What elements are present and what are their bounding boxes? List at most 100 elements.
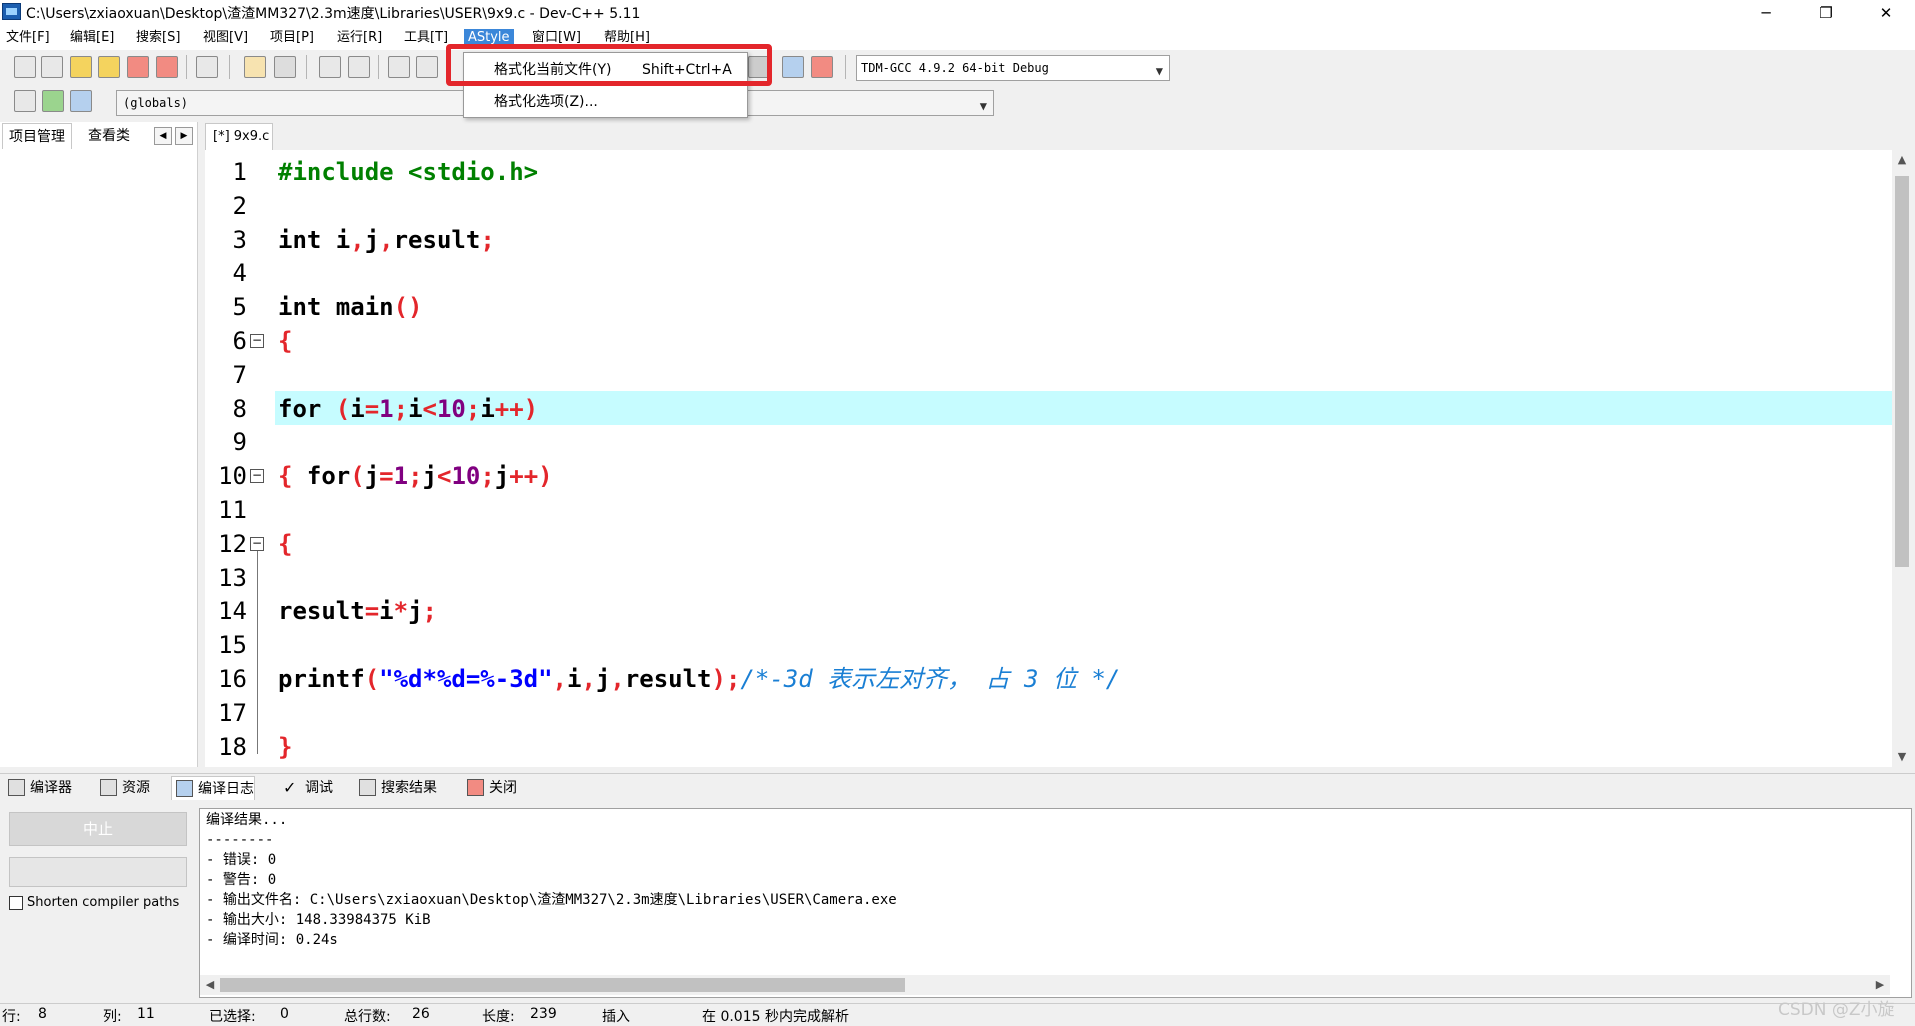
code-token: *	[393, 597, 409, 626]
stop-button[interactable]: 中止	[9, 812, 187, 846]
collapse-fold-icon[interactable]: −	[250, 469, 264, 484]
log-horizontal-scrollbar[interactable]: ◀ ▶	[200, 975, 1890, 995]
code-token: ++)	[509, 462, 553, 491]
code-token: j	[422, 462, 437, 491]
minimize-button[interactable]: ─	[1737, 0, 1795, 26]
collapse-fold-icon[interactable]: −	[250, 536, 264, 551]
menu-project[interactable]: 项目[P]	[266, 29, 318, 47]
toolbar-divider	[306, 55, 307, 79]
code-token: int main	[278, 293, 394, 322]
code-token: i	[567, 665, 582, 693]
compiler-select[interactable]: TDM-GCC 4.9.2 64-bit Debug ▼	[856, 55, 1170, 81]
code-token: i	[480, 394, 495, 423]
line-number: 12	[218, 529, 247, 558]
chart-icon	[176, 780, 193, 797]
tab-resources[interactable]: 资源	[96, 776, 150, 800]
shorten-paths-checkbox[interactable]: Shorten compiler paths	[9, 895, 179, 910]
restore-button[interactable]: ❐	[1797, 0, 1855, 26]
code-token: {	[278, 327, 293, 355]
code-token: );	[711, 665, 741, 693]
scroll-up-icon[interactable]: ▲	[1892, 150, 1912, 170]
menu-search[interactable]: 搜索[S]	[132, 29, 184, 47]
annotation-highlight-box	[446, 44, 772, 86]
code-token: for	[306, 462, 351, 491]
chevron-down-icon: ▼	[1155, 64, 1163, 78]
insert-icon[interactable]	[14, 90, 36, 112]
code-line: }	[278, 730, 292, 764]
code-token: result	[393, 225, 481, 254]
status-col-label: 列:	[103, 1009, 122, 1025]
code-token: result	[278, 597, 365, 626]
menu-view[interactable]: 视图[V]	[199, 29, 252, 47]
line-number: 11	[218, 496, 247, 524]
collapse-fold-icon[interactable]: −	[250, 334, 264, 348]
line-number: 5	[232, 293, 247, 322]
code-token: =	[364, 394, 380, 423]
scroll-right-icon[interactable]: ▶	[1870, 975, 1890, 995]
scrollbar-thumb[interactable]	[220, 978, 905, 992]
undo-icon[interactable]	[244, 56, 266, 78]
toolbar-divider	[378, 55, 379, 79]
chevron-right-icon[interactable]: ▶	[175, 127, 193, 145]
chevron-left-icon[interactable]: ◀	[154, 127, 172, 145]
menu-edit[interactable]: 编辑[E]	[66, 29, 118, 47]
profile-delete-icon[interactable]	[811, 56, 833, 78]
code-token: ,	[610, 665, 625, 693]
tab-compile-log[interactable]: 编译日志	[171, 776, 255, 800]
find-icon[interactable]	[319, 56, 341, 78]
code-line: for (i=1;i<10;i++)	[278, 392, 538, 426]
tab-project-manager[interactable]: 项目管理	[2, 123, 72, 149]
code-line: int main()	[278, 290, 423, 324]
unindent-icon[interactable]	[416, 56, 438, 78]
code-token: (	[350, 462, 365, 491]
close-file-icon[interactable]	[127, 56, 149, 78]
compile-progress-bar	[9, 857, 187, 887]
checkbox-box[interactable]	[9, 895, 23, 910]
code-token: 10	[436, 394, 466, 423]
menu-run[interactable]: 运行[R]	[333, 29, 386, 47]
editor-vertical-scrollbar[interactable]: ▲ ▼	[1892, 150, 1912, 767]
print-icon[interactable]	[196, 56, 218, 78]
tab-class-browser[interactable]: 查看类	[82, 123, 136, 149]
status-parse-time: 在 0.015 秒内完成解析	[702, 1009, 849, 1025]
compile-log[interactable]: 编译结果... -------- - 错误: 0 - 警告: 0 - 输出文件名…	[199, 808, 1912, 998]
open-file-icon[interactable]	[41, 56, 63, 78]
tab-debug[interactable]: ✓ 调试	[279, 776, 333, 800]
replace-icon[interactable]	[348, 56, 370, 78]
redo-icon[interactable]	[274, 56, 296, 78]
code-token: ;	[408, 462, 423, 491]
code-token: ;	[480, 225, 495, 254]
bookmark-icon[interactable]	[70, 90, 92, 112]
status-total-label: 总行数:	[344, 1009, 391, 1025]
menu-tools[interactable]: 工具[T]	[400, 29, 452, 47]
goto-icon[interactable]	[42, 90, 64, 112]
code-token: ;	[393, 394, 409, 423]
line-number: 16	[218, 665, 247, 693]
watermark: CSDN @Z小旋	[1778, 1000, 1895, 1020]
log-line: --------	[206, 832, 274, 848]
line-number: 3	[232, 225, 247, 254]
save-icon[interactable]	[70, 56, 92, 78]
menu-file[interactable]: 文件[F]	[2, 29, 54, 47]
new-file-icon[interactable]	[14, 56, 36, 78]
log-line: - 编译时间: 0.24s	[206, 932, 338, 948]
tab-compiler[interactable]: 编译器	[4, 776, 72, 800]
tab-compile-log-label: 编译日志	[198, 781, 254, 797]
close-button[interactable]: ✕	[1857, 0, 1915, 26]
code-token: j	[364, 462, 380, 491]
format-options-item[interactable]: 格式化选项(Z)...	[464, 87, 747, 117]
code-token: =	[379, 462, 394, 491]
scrollbar-thumb[interactable]	[1895, 176, 1909, 567]
save-all-icon[interactable]	[98, 56, 120, 78]
indent-icon[interactable]	[388, 56, 410, 78]
tab-search-results[interactable]: 搜索结果	[355, 776, 437, 800]
editor-file-tab[interactable]: [*] 9x9.c	[205, 123, 273, 150]
scroll-left-icon[interactable]: ◀	[200, 975, 220, 995]
window-title: C:\Users\zxiaoxuan\Desktop\渣渣MM327\2.3m速…	[26, 6, 641, 22]
scroll-down-icon[interactable]: ▼	[1892, 747, 1912, 767]
status-col: 11	[137, 1006, 155, 1022]
close-all-icon[interactable]	[156, 56, 178, 78]
chart-icon[interactable]	[782, 56, 804, 78]
tab-close[interactable]: 关闭	[463, 776, 517, 800]
code-token: =	[364, 597, 380, 626]
